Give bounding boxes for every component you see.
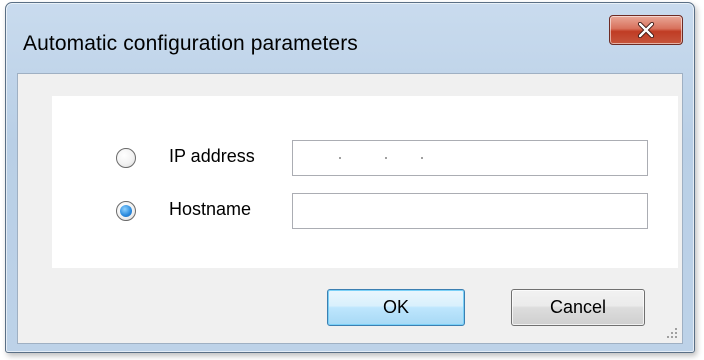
dialog-window: Automatic configuration parameters IP ad… [5,2,695,353]
options-panel: IP address Hostname [52,96,678,268]
dialog-title: Automatic configuration parameters [23,32,358,55]
ip-address-input[interactable] [292,140,648,176]
ip-address-label[interactable]: IP address [169,146,255,167]
hostname-label[interactable]: Hostname [169,199,251,220]
dialog-client-area: IP address Hostname OK Cancel [17,73,683,344]
close-button[interactable] [609,15,683,45]
hostname-input[interactable] [292,193,648,229]
title-bar[interactable]: Automatic configuration parameters [6,3,694,73]
resize-grip-icon[interactable] [666,327,678,339]
ip-separator-dot [339,157,341,159]
hostname-row: Hostname [52,193,678,233]
hostname-radio[interactable] [116,201,136,221]
close-x-icon [637,22,655,38]
ip-address-row: IP address [52,140,678,180]
ip-separator-dot [385,157,387,159]
ip-separator-dot [421,157,423,159]
ok-button[interactable]: OK [327,289,465,326]
radio-selected-dot [120,205,132,217]
cancel-button[interactable]: Cancel [511,289,645,326]
ip-address-radio[interactable] [116,148,136,168]
